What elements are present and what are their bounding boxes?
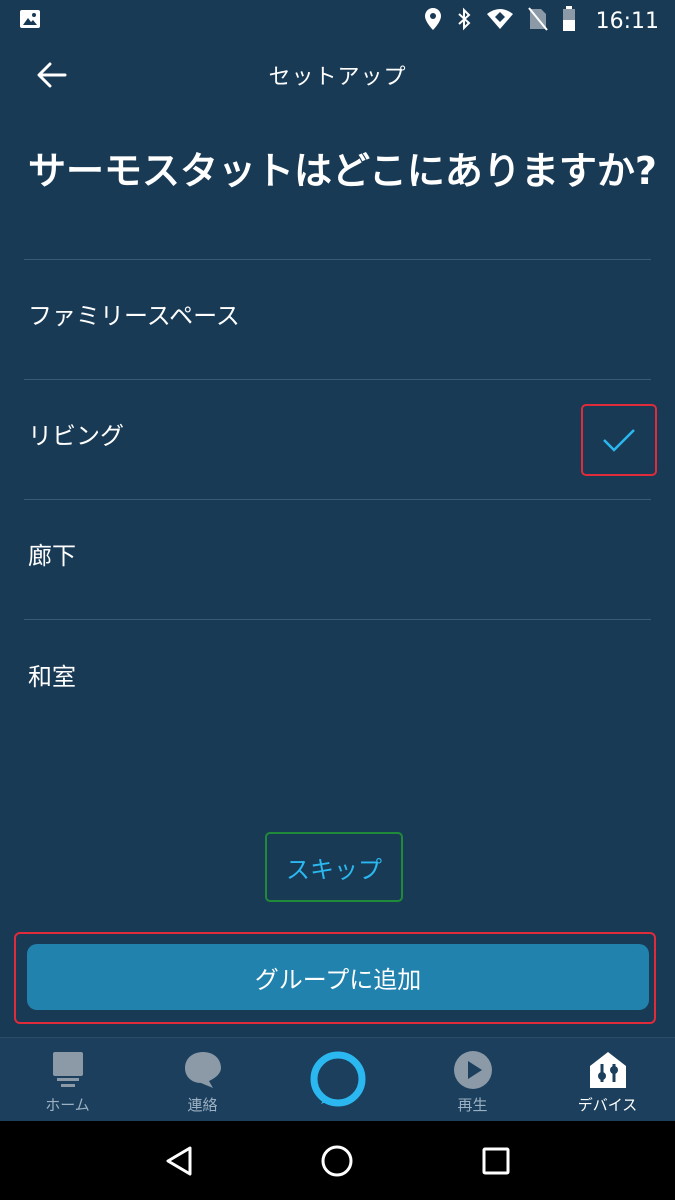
wifi-icon: [486, 8, 514, 34]
room-item-living[interactable]: リビング: [24, 380, 657, 500]
room-label: リビング: [28, 422, 124, 450]
play-icon: [453, 1051, 492, 1089]
status-bar: 16:11: [0, 0, 675, 42]
nav-play[interactable]: 再生: [405, 1038, 540, 1121]
battery-icon: [562, 6, 576, 36]
nav-home[interactable]: ホーム: [0, 1038, 135, 1121]
room-item-hallway[interactable]: 廊下: [24, 500, 651, 620]
nav-contacts-label: 連絡: [187, 1096, 218, 1114]
nav-devices[interactable]: デバイス: [540, 1038, 675, 1121]
add-to-group-button[interactable]: グループに追加: [27, 944, 649, 1010]
room-label: ファミリースペース: [28, 302, 240, 330]
home-icon: [52, 1052, 83, 1087]
no-sim-icon: [527, 7, 548, 35]
question-heading: サーモスタットはどこにありますか?: [28, 149, 657, 193]
image-notification-icon: [18, 7, 42, 35]
room-item-japanese-room[interactable]: 和室: [24, 620, 651, 740]
room-label: 和室: [28, 662, 76, 691]
bluetooth-icon: [456, 7, 472, 35]
app-bar: セットアップ: [0, 42, 675, 108]
arrow-left-icon: [37, 62, 67, 88]
nav-play-label: 再生: [457, 1096, 488, 1114]
nav-alexa[interactable]: [270, 1038, 405, 1121]
system-home-button[interactable]: [307, 1131, 367, 1191]
add-to-group-highlight: グループに追加: [14, 932, 656, 1024]
location-icon: [424, 7, 442, 35]
square-recents-icon: [482, 1147, 510, 1174]
system-back-button[interactable]: [149, 1131, 209, 1191]
room-list: 寝室 ファミリースペース リビング 廊下 和室: [0, 250, 675, 810]
system-nav-bar: [0, 1121, 675, 1200]
triangle-back-icon: [166, 1146, 192, 1175]
page-title: セットアップ: [268, 65, 407, 90]
system-recents-button[interactable]: [466, 1131, 526, 1191]
back-button[interactable]: [30, 55, 74, 95]
status-time: 16:11: [595, 8, 659, 34]
nav-home-label: ホーム: [45, 1096, 90, 1114]
circle-home-icon: [321, 1145, 353, 1176]
selected-checkmark[interactable]: [581, 404, 657, 476]
room-item-bedroom[interactable]: 寝室: [24, 250, 651, 260]
bottom-nav: ホーム 連絡 再生 デバイス: [0, 1037, 675, 1121]
devices-icon: [589, 1052, 626, 1088]
nav-contacts[interactable]: 連絡: [135, 1038, 270, 1121]
room-label: 廊下: [28, 542, 76, 570]
room-item-family-space[interactable]: ファミリースペース: [24, 260, 651, 380]
check-icon: [603, 429, 635, 452]
speech-bubble-icon: [184, 1052, 221, 1088]
nav-devices-label: デバイス: [577, 1096, 638, 1114]
skip-button[interactable]: スキップ: [265, 832, 403, 902]
alexa-icon: [310, 1051, 365, 1107]
